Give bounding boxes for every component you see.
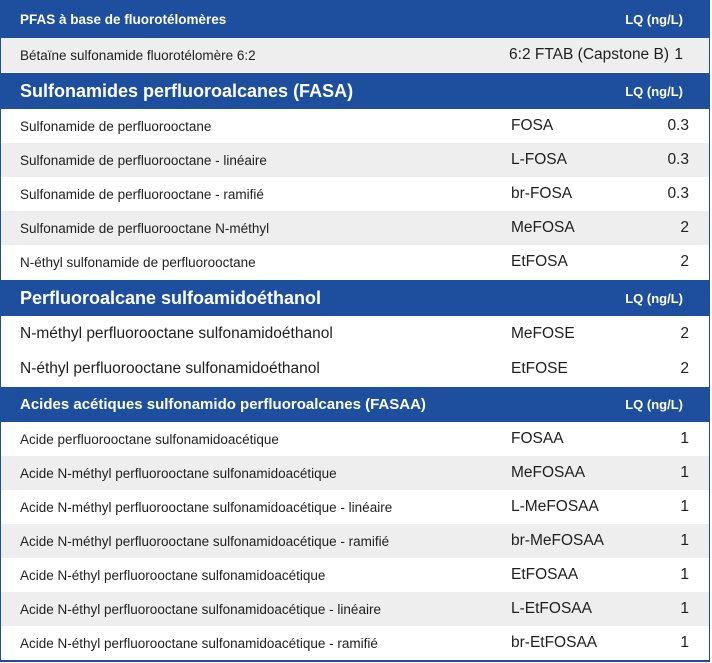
lq-value: 1 [680, 498, 689, 515]
compound-abbr: MeFOSA [511, 219, 575, 236]
lq-value: 0.3 [667, 185, 689, 202]
lq-value: 0.3 [667, 151, 689, 168]
table-row: Acide N-méthyl perfluorooctane sulfonami… [1, 456, 709, 490]
compound-abbr: 6:2 FTAB (Capstone B) [509, 46, 669, 63]
compound-abbr: EtFOSAA [511, 566, 579, 583]
section-header-sulfoamidoethanol: Perfluoroalcane sulfoamidoéthanol LQ (ng… [1, 280, 709, 316]
section-title: Perfluoroalcane sulfoamidoéthanol [20, 287, 322, 308]
lq-value: 2 [680, 253, 689, 270]
table-row: Sulfonamide de perfluorooctane N-méthyl … [1, 211, 709, 245]
compound-abbr: MeFOSE [511, 324, 575, 342]
pfas-table: PFAS à base de fluorotélomères LQ (ng/L)… [0, 0, 710, 662]
compound-name: Acide N-méthyl perfluorooctane sulfonami… [20, 465, 337, 481]
lq-value: 2 [680, 324, 689, 342]
section-title: PFAS à base de fluorotélomères [20, 11, 227, 27]
compound-abbr: FOSAA [511, 430, 564, 447]
table-row: Sulfonamide de perfluorooctane - ramifié… [1, 177, 709, 211]
compound-abbr: MeFOSAA [511, 464, 586, 481]
table-row: N-éthyl sulfonamide de perfluorooctane E… [1, 245, 709, 279]
section-header-fasa: Sulfonamides perfluoroalcanes (FASA) LQ … [1, 73, 709, 109]
compound-abbr: EtFOSA [511, 253, 568, 270]
section-header-fluorotelomeres: PFAS à base de fluorotélomères LQ (ng/L) [1, 0, 709, 38]
compound-name: N-éthyl perfluorooctane sulfonamidoéthan… [20, 359, 320, 377]
lq-value: 1 [674, 46, 683, 63]
compound-name: N-méthyl perfluorooctane sulfonamidoétha… [20, 324, 333, 342]
compound-abbr: L-MeFOSAA [511, 498, 599, 515]
lq-value: 2 [680, 359, 689, 377]
table-row: Sulfonamide de perfluorooctane - linéair… [1, 143, 709, 177]
compound-abbr: EtFOSE [511, 359, 568, 377]
lq-value: 1 [680, 634, 689, 651]
compound-name: Sulfonamide de perfluorooctane - ramifié [20, 186, 264, 202]
compound-abbr: br-EtFOSAA [511, 634, 598, 651]
table-row: Acide N-méthyl perfluorooctane sulfonami… [1, 524, 709, 558]
compound-name: Acide perfluorooctane sulfonamidoacétiqu… [20, 431, 279, 447]
table-row: Acide perfluorooctane sulfonamidoacétiqu… [1, 422, 709, 456]
compound-name: Acide N-méthyl perfluorooctane sulfonami… [20, 499, 393, 515]
compound-abbr: FOSA [511, 117, 554, 134]
lq-header: LQ (ng/L) [625, 290, 683, 306]
section-title: Acides acétiques sulfonamido perfluoroal… [20, 396, 426, 413]
lq-value: 1 [680, 600, 689, 617]
compound-name: Bétaïne sulfonamide fluorotélomère 6:2 [20, 47, 256, 63]
lq-value: 1 [680, 532, 689, 549]
table-row: Acide N-éthyl perfluorooctane sulfonamid… [1, 626, 709, 660]
compound-name: Acide N-méthyl perfluorooctane sulfonami… [20, 533, 390, 549]
compound-abbr: br-FOSA [511, 185, 573, 202]
compound-name: Sulfonamide de perfluorooctane [20, 118, 212, 134]
lq-value: 2 [680, 219, 689, 236]
section-header-fasaa: Acides acétiques sulfonamido perfluoroal… [1, 387, 709, 422]
compound-abbr: L-FOSA [511, 151, 567, 168]
lq-value: 0.3 [667, 117, 689, 134]
compound-name: Acide N-éthyl perfluorooctane sulfonamid… [20, 635, 378, 651]
compound-name: Sulfonamide de perfluorooctane N-méthyl [20, 220, 270, 236]
compound-name: Acide N-éthyl perfluorooctane sulfonamid… [20, 567, 326, 583]
table-row: N-méthyl perfluorooctane sulfonamidoétha… [1, 316, 709, 351]
table-row: Bétaïne sulfonamide fluorotélomère 6:2 6… [1, 38, 709, 72]
table-row: Acide N-éthyl perfluorooctane sulfonamid… [1, 558, 709, 592]
lq-value: 1 [680, 464, 689, 481]
lq-header: LQ (ng/L) [625, 83, 683, 99]
lq-header: LQ (ng/L) [625, 397, 683, 412]
compound-abbr: br-MeFOSAA [511, 532, 605, 549]
compound-name: N-éthyl sulfonamide de perfluorooctane [20, 254, 256, 270]
lq-value: 1 [680, 566, 689, 583]
compound-abbr: L-EtFOSAA [511, 600, 592, 617]
lq-header: LQ (ng/L) [625, 11, 683, 27]
table-row: Acide N-éthyl perfluorooctane sulfonamid… [1, 592, 709, 626]
table-row: Acide N-méthyl perfluorooctane sulfonami… [1, 490, 709, 524]
compound-name: Acide N-éthyl perfluorooctane sulfonamid… [20, 601, 381, 617]
lq-value: 1 [680, 430, 689, 447]
table-row: Sulfonamide de perfluorooctane FOSA 0.3 [1, 109, 709, 143]
section-title: Sulfonamides perfluoroalcanes (FASA) [20, 80, 354, 101]
table-row: N-éthyl perfluorooctane sulfonamidoéthan… [1, 351, 709, 386]
compound-name: Sulfonamide de perfluorooctane - linéair… [20, 152, 267, 168]
